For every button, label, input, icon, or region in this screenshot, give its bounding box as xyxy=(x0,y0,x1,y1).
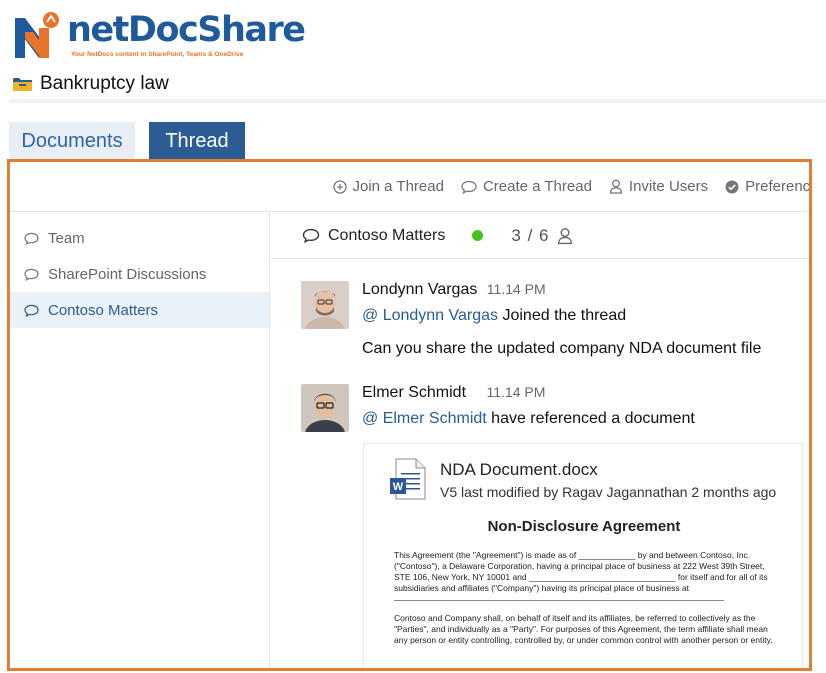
thread-header: Contoso Matters 3 / 6 xyxy=(271,213,809,259)
user-mention[interactable]: @ Elmer Schmidt xyxy=(362,410,487,427)
member-count: 3 / 6 xyxy=(511,225,550,245)
sidebar-item-contoso-matters[interactable]: Contoso Matters xyxy=(10,292,269,328)
folder-bar: Bankruptcy law xyxy=(9,69,826,103)
document-meta: V5 last modified by Ragav Jagannathan 2 … xyxy=(440,484,777,500)
members-user-icon[interactable] xyxy=(557,227,573,245)
word-document-icon: W xyxy=(390,458,426,500)
message-author[interactable]: Londynn Vargas xyxy=(362,281,477,299)
netdocshare-logo: netDocShare Your NetDocs content in Shar… xyxy=(13,10,306,62)
check-circle-icon xyxy=(725,180,739,193)
thread-main: Contoso Matters 3 / 6 Londynn Vargas 11.… xyxy=(271,213,809,668)
folder-title: Bankruptcy law xyxy=(40,73,169,94)
sidebar-item-label: Contoso Matters xyxy=(48,301,159,319)
tab-bar: Documents Thread xyxy=(9,122,245,160)
brand-name: netDocShare xyxy=(67,10,306,50)
tab-documents[interactable]: Documents xyxy=(9,122,135,160)
user-mention[interactable]: @ Londynn Vargas xyxy=(362,307,498,324)
preview-title: Non-Disclosure Agreement xyxy=(487,518,681,535)
preferences-button[interactable]: Preferences xyxy=(725,178,811,195)
sidebar-item-sharepoint-discussions[interactable]: SharePoint Discussions xyxy=(10,256,269,292)
sidebar-item-team[interactable]: Team xyxy=(10,220,269,256)
user-icon xyxy=(609,179,623,194)
thread-panel: Join a Thread Create a Thread Invite Use… xyxy=(7,159,812,671)
netdocshare-logo-icon xyxy=(15,12,59,58)
chat-bubble-icon xyxy=(24,232,39,245)
sidebar-item-label: Team xyxy=(48,229,85,247)
document-preview: Non-Disclosure Agreement This Agreement … xyxy=(394,518,774,652)
document-name[interactable]: NDA Document.docx xyxy=(440,460,598,480)
preview-paragraph: Contoso and Company shall, on behalf of … xyxy=(394,613,773,645)
message-action: have referenced a document xyxy=(486,410,695,427)
brand-tagline: Your NetDocs content in SharePoint, Team… xyxy=(71,51,244,58)
message-time: 11.14 PM xyxy=(486,281,546,297)
message-author[interactable]: Elmer Schmidt xyxy=(362,384,466,402)
create-thread-label: Create a Thread xyxy=(482,178,592,195)
chat-bubble-icon xyxy=(461,180,477,194)
chat-bubble-icon xyxy=(24,304,39,317)
invite-users-button[interactable]: Invite Users xyxy=(609,178,708,195)
preferences-label: Preferences xyxy=(745,178,811,195)
join-thread-button[interactable]: Join a Thread xyxy=(332,178,444,195)
tab-thread[interactable]: Thread xyxy=(149,122,245,160)
online-status-dot xyxy=(472,230,484,241)
preview-paragraph: This Agreement (the "Agreement") is made… xyxy=(394,550,768,593)
avatar xyxy=(301,384,349,432)
create-thread-button[interactable]: Create a Thread xyxy=(461,178,592,195)
message-action: Joined the thread xyxy=(498,307,627,324)
message-text: Can you share the updated company NDA do… xyxy=(362,340,762,357)
join-thread-label: Join a Thread xyxy=(352,178,444,195)
thread-sidebar: Team SharePoint Discussions Contoso Matt… xyxy=(10,213,270,668)
plus-circle-icon xyxy=(332,179,347,194)
svg-text:W: W xyxy=(393,481,404,493)
chat-bubble-icon xyxy=(24,268,39,281)
thread-title: Contoso Matters xyxy=(328,226,446,244)
preview-divider xyxy=(394,600,724,601)
message-time: 11.14 PM xyxy=(486,384,546,400)
avatar xyxy=(301,281,349,329)
document-card[interactable]: W NDA Document.docx V5 last modified by … xyxy=(363,443,803,668)
message: Elmer Schmidt 11.14 PM @ Elmer Schmidt h… xyxy=(301,384,809,444)
message: Londynn Vargas 11.14 PM @ Londynn Vargas… xyxy=(301,281,809,371)
thread-toolbar: Join a Thread Create a Thread Invite Use… xyxy=(10,162,811,212)
folder-icon xyxy=(13,77,32,91)
invite-users-label: Invite Users xyxy=(628,178,709,195)
sidebar-item-label: SharePoint Discussions xyxy=(48,265,207,283)
chat-bubble-icon xyxy=(302,228,320,243)
